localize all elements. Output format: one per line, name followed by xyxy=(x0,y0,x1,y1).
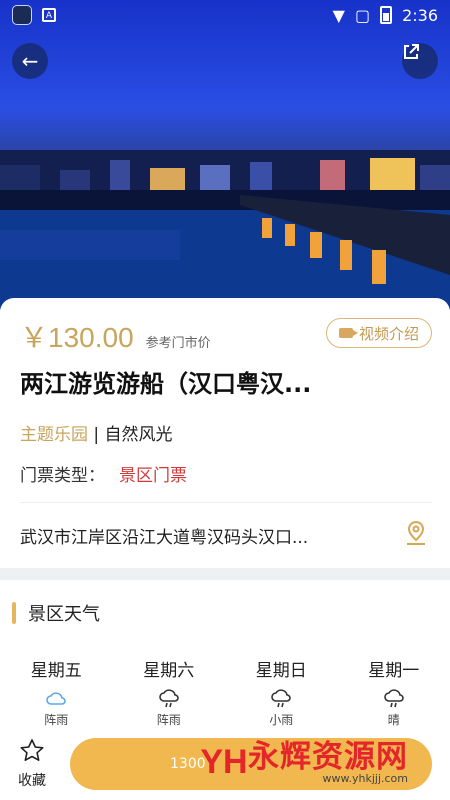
divider xyxy=(20,502,432,503)
status-bar: A ▼ ▢ 2:36 xyxy=(0,0,450,30)
video-intro-label: 视频介绍 xyxy=(358,324,419,343)
back-button[interactable]: ← xyxy=(12,43,48,79)
watermark-text: 永辉资源网 xyxy=(248,738,408,775)
category-tags: 主题乐园 | 自然风光 xyxy=(20,420,173,445)
cloud-icon xyxy=(46,692,66,705)
star-icon xyxy=(20,739,44,761)
price-row: ￥130.00 参考门市价 xyxy=(20,316,211,356)
notification-icon: A xyxy=(42,8,56,22)
day-desc: 阵雨 xyxy=(156,713,181,727)
city-night-photo xyxy=(0,150,450,310)
map-pin-icon[interactable] xyxy=(404,520,428,546)
weather-day: 星期六 阵雨 xyxy=(113,656,226,728)
weather-day: 星期一 晴 xyxy=(338,656,450,728)
day-name: 星期六 xyxy=(143,661,195,681)
section-accent-bar xyxy=(12,602,16,624)
price: ￥130.00 xyxy=(20,322,134,353)
day-desc: 小雨 xyxy=(269,713,294,727)
battery-icon xyxy=(380,6,393,24)
ticket-type-label: 门票类型： xyxy=(20,466,105,486)
app-icon xyxy=(12,5,32,25)
rain-icon xyxy=(271,689,291,708)
favorite-label: 收藏 xyxy=(18,773,46,789)
wifi-icon: ▼ xyxy=(332,5,345,25)
clock: 2:36 xyxy=(402,5,438,25)
day-desc: 晴 xyxy=(387,713,400,727)
tag-nature: 自然风光 xyxy=(104,425,173,445)
weather-days: 星期五 阵雨 星期六 阵雨 星期日 小雨 星期一 晴 xyxy=(0,656,450,728)
tag-theme-park[interactable]: 主题乐园 xyxy=(20,425,88,445)
watermark-logo: YH xyxy=(200,742,248,781)
weather-header: 景区天气 xyxy=(12,600,100,626)
hero-image: ← xyxy=(0,0,450,310)
share-button[interactable] xyxy=(402,43,438,79)
arrow-left-icon: ← xyxy=(21,49,39,73)
rain-icon xyxy=(383,689,404,708)
favorite-button[interactable]: 收藏 xyxy=(14,738,50,790)
ticket-type-value: 景区门票 xyxy=(119,466,187,486)
tag-separator: | xyxy=(88,425,105,445)
attraction-title: 两江游览游船（汉口粤汉... xyxy=(20,370,312,398)
ticket-type: 门票类型： 景区门票 xyxy=(20,461,187,486)
watermark: YH 永辉资源网 www.yhkjjj.com xyxy=(200,738,408,786)
no-sim-icon: ▢ xyxy=(354,5,371,25)
day-name: 星期五 xyxy=(30,661,82,681)
day-desc: 阵雨 xyxy=(44,713,69,727)
weather-day: 星期日 小雨 xyxy=(225,656,338,728)
price-note: 参考门市价 xyxy=(145,336,211,351)
weather-title: 景区天气 xyxy=(28,604,100,625)
detail-card: ￥130.00 参考门市价 视频介绍 两江游览游船（汉口粤汉... 主题乐园 |… xyxy=(0,298,450,568)
day-name: 星期一 xyxy=(368,661,420,681)
day-name: 星期日 xyxy=(255,661,307,681)
video-intro-button[interactable]: 视频介绍 xyxy=(325,318,432,348)
address[interactable]: 武汉市江岸区沿江大道粤汉码头汉口... xyxy=(20,523,308,548)
weather-day: 星期五 阵雨 xyxy=(0,656,113,728)
rain-icon xyxy=(158,689,179,708)
video-camera-icon xyxy=(338,328,358,338)
share-external-icon xyxy=(404,44,419,59)
